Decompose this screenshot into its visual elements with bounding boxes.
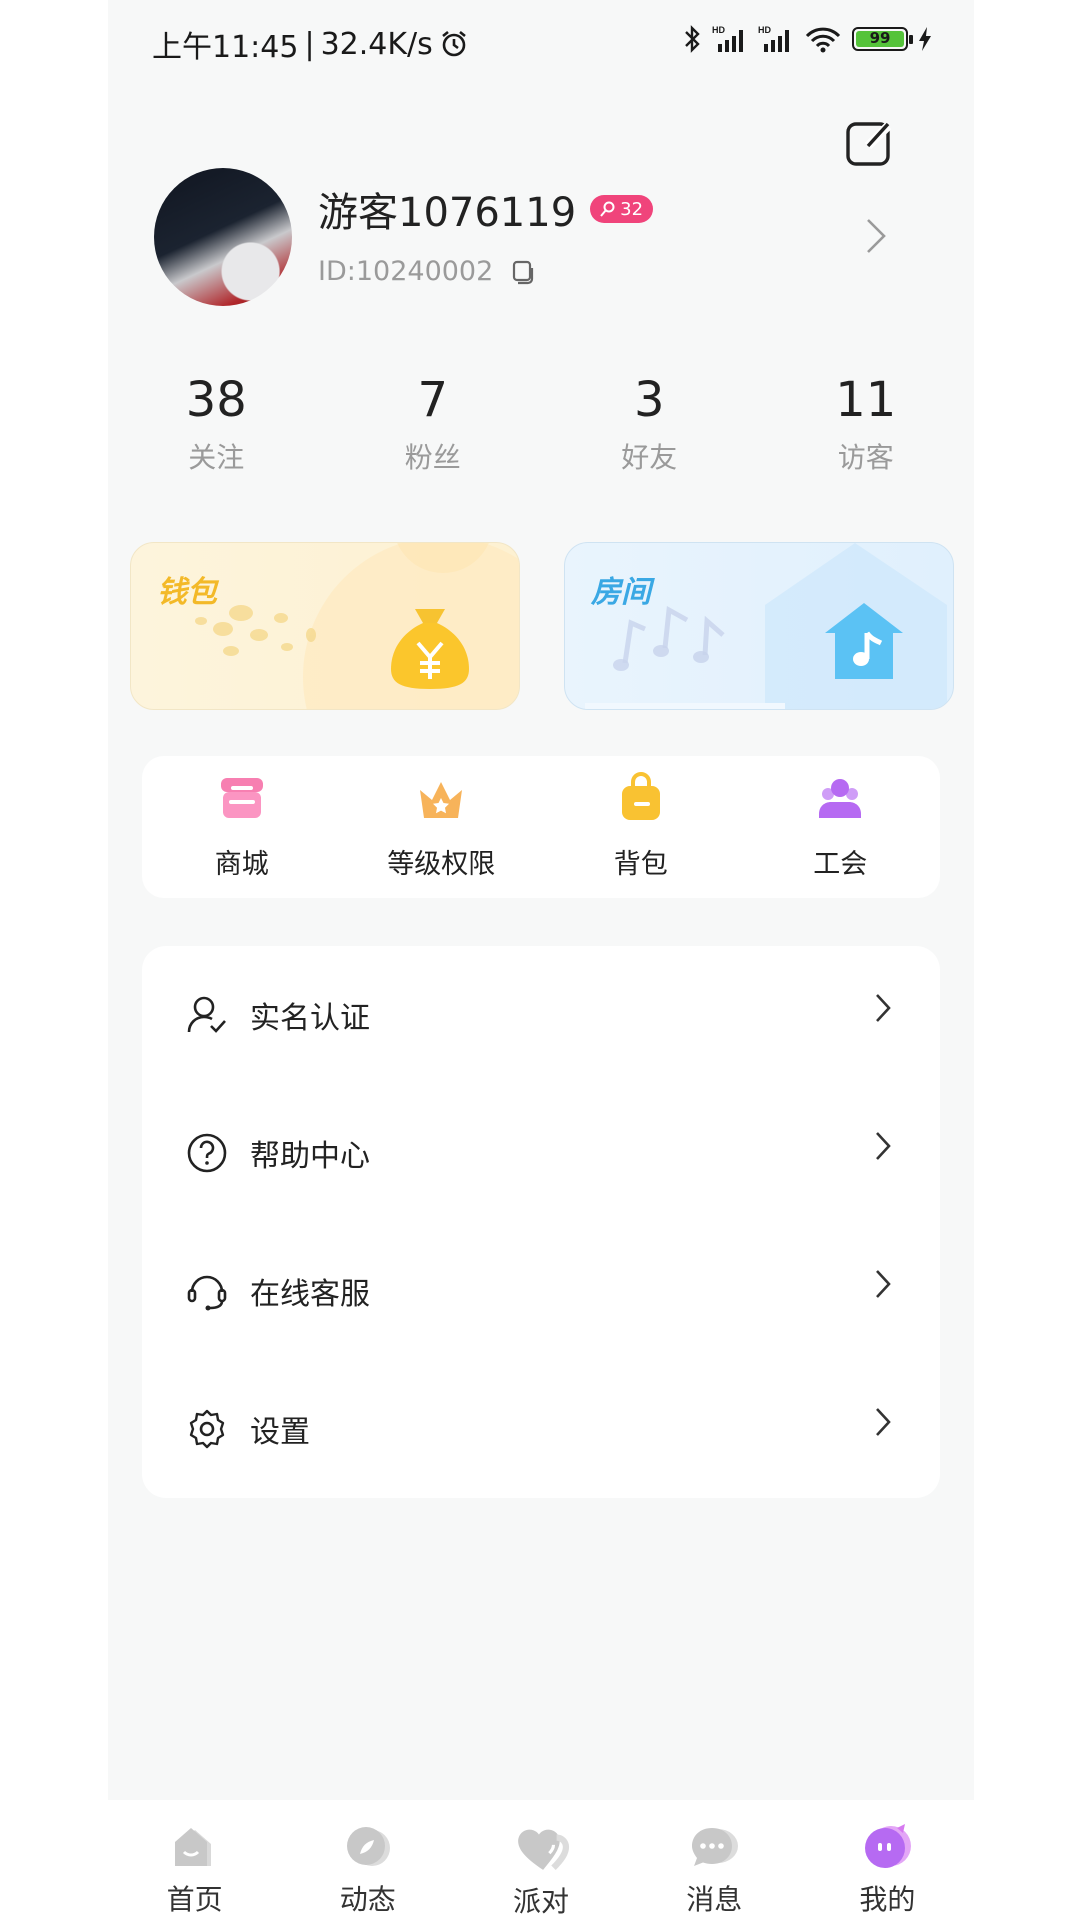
chevron-right-icon xyxy=(876,1270,891,1298)
status-bar: 上午11:45 | 32.4K/s HD HD 99 xyxy=(108,0,974,84)
stat-friends[interactable]: 3 好友 xyxy=(541,370,758,476)
room-title: 房间 xyxy=(591,575,651,610)
signal-icon: HD xyxy=(712,25,743,52)
party-icon xyxy=(518,1829,570,1870)
bluetooth-icon xyxy=(685,25,700,53)
tab-label: 派对 xyxy=(513,1885,570,1918)
menu-label: 实名认证 xyxy=(250,1001,370,1036)
home-icon xyxy=(174,1828,211,1866)
moment-icon xyxy=(346,1827,390,1866)
level-value: 32 xyxy=(620,198,644,220)
stat-value: 3 xyxy=(633,372,665,428)
stat-value: 11 xyxy=(835,372,897,428)
chevron-right-icon xyxy=(876,994,891,1022)
chevron-right-icon[interactable] xyxy=(864,216,888,256)
tab-party[interactable]: 派对 xyxy=(454,1800,627,1920)
headset-icon xyxy=(187,1275,227,1311)
stat-label: 粉丝 xyxy=(404,441,461,474)
room-card[interactable]: 房间 xyxy=(564,542,954,710)
menu-item-settings[interactable]: 设置 xyxy=(142,1360,940,1498)
crown-icon xyxy=(420,782,463,818)
stat-label: 关注 xyxy=(188,441,245,474)
edit-profile-icon[interactable] xyxy=(844,118,894,168)
stat-value: 38 xyxy=(185,372,247,428)
tab-moments[interactable]: 动态 xyxy=(281,1800,454,1920)
stat-following[interactable]: 38 关注 xyxy=(108,370,325,476)
money-bag-icon xyxy=(391,609,469,689)
username: 游客1076119 xyxy=(318,190,577,236)
battery-icon: 99 xyxy=(852,27,913,51)
menu-item-help-center[interactable]: 帮助中心 xyxy=(142,1084,940,1222)
level-icon xyxy=(600,201,615,217)
avatar[interactable] xyxy=(154,168,292,306)
tab-home[interactable]: 首页 xyxy=(108,1800,281,1920)
stat-value: 7 xyxy=(417,372,449,428)
menu-item-customer-service[interactable]: 在线客服 xyxy=(142,1222,940,1360)
menu-item-real-name[interactable]: 实名认证 xyxy=(142,946,940,1084)
profile-name-row[interactable]: 游客1076119 32 xyxy=(318,180,654,238)
svg-text:HD: HD xyxy=(712,25,725,35)
chevron-right-icon xyxy=(876,1132,891,1160)
user-verify-icon xyxy=(187,996,226,1033)
signal-2-icon: HD xyxy=(758,25,789,52)
menu-label: 帮助中心 xyxy=(250,1139,370,1174)
stat-label: 好友 xyxy=(621,441,678,474)
status-time: 上午11:45 xyxy=(152,30,299,65)
bottom-tab-bar: 首页 动态 派对 消息 我的 xyxy=(108,1800,974,1920)
alarm-icon xyxy=(441,30,466,57)
copy-icon[interactable] xyxy=(511,259,535,285)
tab-mine[interactable]: 我的 xyxy=(801,1800,974,1920)
user-id: ID:10240002 xyxy=(318,256,494,287)
message-icon xyxy=(692,1828,739,1866)
shop-icon xyxy=(220,778,263,818)
stat-visitors[interactable]: 11 访客 xyxy=(758,370,975,476)
settings-menu: 实名认证 帮助中心 在线客服 设置 xyxy=(142,946,940,1498)
chevron-right-icon xyxy=(876,1408,891,1436)
gear-icon xyxy=(189,1409,225,1449)
tab-label: 首页 xyxy=(166,1883,223,1916)
help-icon xyxy=(187,1133,227,1173)
backpack-icon xyxy=(621,772,660,820)
menu-label: 设置 xyxy=(250,1415,310,1450)
tab-label: 消息 xyxy=(686,1883,743,1916)
quick-actions: 商城 等级权限 背包 工会 xyxy=(142,756,940,898)
wifi-icon xyxy=(805,27,841,53)
stats-row: 38 关注 7 粉丝 3 好友 11 访客 xyxy=(108,370,974,476)
shop-button[interactable]: 商城 xyxy=(142,756,342,898)
quick-label: 工会 xyxy=(813,849,868,880)
quick-label: 背包 xyxy=(613,849,668,880)
quick-label: 商城 xyxy=(214,849,269,880)
quick-label: 等级权限 xyxy=(387,849,496,880)
level-privilege-button[interactable]: 等级权限 xyxy=(342,756,542,898)
charging-icon xyxy=(919,27,931,51)
stat-label: 访客 xyxy=(837,441,894,474)
guild-icon xyxy=(819,779,862,818)
mine-icon xyxy=(865,1824,912,1868)
wallet-title: 钱包 xyxy=(157,575,217,610)
wallet-card[interactable]: 钱包 xyxy=(130,542,520,710)
status-left: 上午11:45 | 32.4K/s xyxy=(152,22,469,66)
battery-level: 99 xyxy=(856,31,904,47)
tab-label: 我的 xyxy=(859,1883,916,1916)
backpack-button[interactable]: 背包 xyxy=(541,756,741,898)
tab-label: 动态 xyxy=(339,1883,396,1916)
menu-label: 在线客服 xyxy=(250,1277,370,1312)
house-music-icon xyxy=(825,603,903,679)
tab-messages[interactable]: 消息 xyxy=(628,1800,801,1920)
status-right: HD HD 99 xyxy=(682,24,932,54)
status-net-speed: 32.4K/s xyxy=(320,26,433,62)
status-divider: | xyxy=(304,26,315,62)
guild-button[interactable]: 工会 xyxy=(741,756,941,898)
svg-text:HD: HD xyxy=(758,25,771,35)
level-badge: 32 xyxy=(590,195,654,223)
app-screen: 上午11:45 | 32.4K/s HD HD 99 游客1076119 32 … xyxy=(108,0,974,1920)
user-id-row: ID:10240002 xyxy=(318,256,535,287)
stat-fans[interactable]: 7 粉丝 xyxy=(325,370,542,476)
